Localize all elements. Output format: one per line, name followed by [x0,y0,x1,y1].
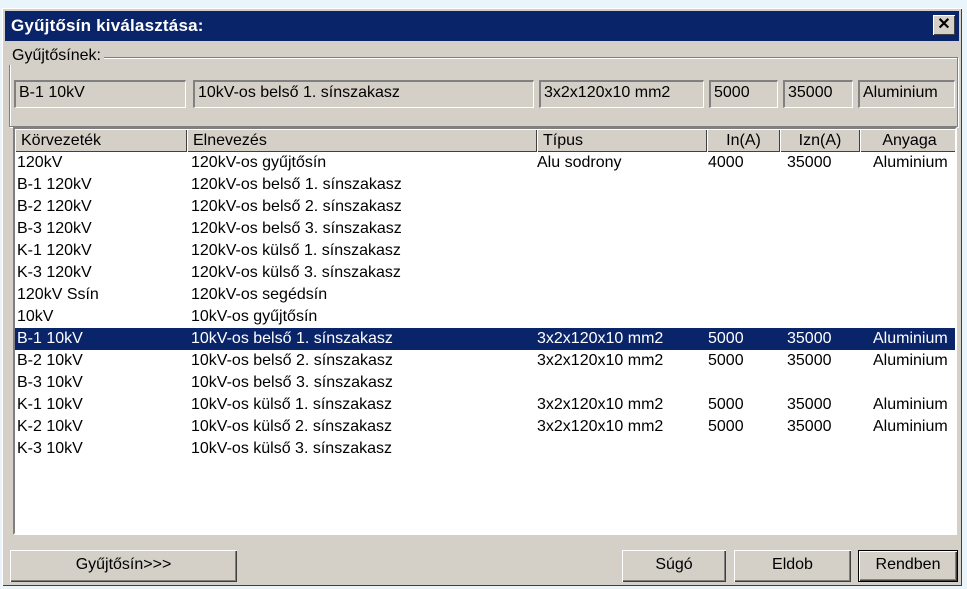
table-row[interactable]: B-2 10kV 10kV-os belső 2. sínszakasz 3x2x1… [15,350,955,372]
dialog-title: Gyűjtősín kiválasztása: [11,16,204,35]
table-row[interactable]: 120kV 120kV-os gyűjtősín Alu sodrony 4000 35… [15,152,955,174]
table-row[interactable]: 120kV Ssín 120kV-os segédsín [15,284,955,306]
close-icon: ✕ [937,16,951,33]
table-cell: 10kV-os belső 1. sínszakasz [191,330,393,347]
table-cell: 120kV-os belső 3. sínszakasz [191,220,402,237]
rendben-button[interactable]: Rendben [858,550,958,582]
group-label: Gyűjtősínek: [9,47,104,65]
table-cell: K-3 10kV [17,440,83,457]
column-header-anyaga[interactable]: Anyaga [860,129,955,152]
table-cell: 3x2x120x10 mm2 [537,330,664,347]
table-cell: 10kV [17,308,54,325]
eldob-button[interactable]: Eldob [734,550,851,582]
table-cell: 5000 [708,418,744,435]
table-row[interactable]: B-1 10kV 10kV-os belső 1. sínszakasz 3x2x1… [15,328,955,350]
title-bar[interactable]: Gyűjtősín kiválasztása: ✕ [5,11,959,41]
table-cell: Aluminium [873,396,948,413]
table-cell: 4000 [708,154,744,171]
table-cell: 5000 [708,352,744,369]
gyujtosin-list[interactable]: Körvezeték Elnevezés Típus In(A) Izn(A) … [13,127,957,535]
in-field: 5000 [709,80,778,108]
table-cell: K-3 120kV [17,264,92,281]
table-cell: 120kV Ssín [17,286,99,303]
table-cell: 10kV-os külső 1. sínszakasz [191,396,392,413]
list-rows: 120kV 120kV-os gyűjtősín Alu sodrony 4000 35… [15,152,955,460]
table-cell: 3x2x120x10 mm2 [537,352,664,369]
column-header-elnevezes[interactable]: Elnevezés [187,129,537,152]
table-cell: 10kV-os gyűjtősín [191,308,318,325]
table-cell: B-2 120kV [17,198,92,215]
table-cell: 10kV-os külső 3. sínszakasz [191,440,392,457]
table-cell: B-3 10kV [17,374,83,391]
table-row[interactable]: 10kV 10kV-os gyűjtősín [15,306,955,328]
table-cell: 10kV-os belső 3. sínszakasz [191,374,393,391]
column-header-izn[interactable]: Izn(A) [780,129,860,152]
table-row[interactable]: K-1 10kV 10kV-os külső 1. sínszakasz 3x2x1… [15,394,955,416]
table-cell: 3x2x120x10 mm2 [537,396,664,413]
column-header-korvezetek[interactable]: Körvezeték [15,129,187,152]
table-cell: 35000 [787,418,832,435]
table-cell: 35000 [787,396,832,413]
table-cell: K-2 10kV [17,418,83,435]
tipus-field: 3x2x120x10 mm2 [539,80,704,108]
table-cell: 120kV-os belső 1. sínszakasz [191,176,402,193]
table-cell: 35000 [787,330,832,347]
table-cell: 120kV-os gyűjtősín [191,154,327,171]
table-cell: B-1 10kV [17,330,83,347]
elnevezes-field: 10kV-os belső 1. sínszakasz [193,80,534,108]
table-cell: B-1 120kV [17,176,92,193]
table-row[interactable]: K-2 10kV 10kV-os külső 2. sínszakasz 3x2x1… [15,416,955,438]
table-row[interactable]: B-2 120kV 120kV-os belső 2. sínszakasz [15,196,955,218]
table-cell: 5000 [708,396,744,413]
table-row[interactable]: K-3 120kV 120kV-os külső 3. sínszakasz [15,262,955,284]
table-cell: 120kV-os belső 2. sínszakasz [191,198,402,215]
table-cell: 35000 [787,352,832,369]
column-header-tipus[interactable]: Típus [537,129,707,152]
table-row[interactable]: B-1 120kV 120kV-os belső 1. sínszakasz [15,174,955,196]
table-row[interactable]: K-3 10kV 10kV-os külső 3. sínszakasz [15,438,955,460]
table-row[interactable]: B-3 120kV 120kV-os belső 3. sínszakasz [15,218,955,240]
table-cell: 120kV-os külső 1. sínszakasz [191,242,401,259]
korvezetek-field: B-1 10kV [14,80,186,108]
izn-field: 35000 [783,80,853,108]
table-cell: 120kV-os külső 3. sínszakasz [191,264,401,281]
table-row[interactable]: K-1 120kV 120kV-os külső 1. sínszakasz [15,240,955,262]
table-cell: 120kV-os segédsín [191,286,328,303]
table-cell: Aluminium [873,330,948,347]
anyaga-field: Aluminium [858,80,955,108]
table-cell: 10kV-os külső 2. sínszakasz [191,418,392,435]
table-cell: 5000 [708,330,744,347]
table-cell: K-1 10kV [17,396,83,413]
table-cell: B-3 120kV [17,220,92,237]
table-cell: K-1 120kV [17,242,92,259]
table-cell: 10kV-os belső 2. sínszakasz [191,352,393,369]
table-cell: 35000 [787,154,832,171]
sugo-button[interactable]: Súgó [622,550,726,582]
close-button[interactable]: ✕ [933,15,955,35]
table-cell: Aluminium [873,154,948,171]
column-header-in[interactable]: In(A) [707,129,780,152]
table-cell: 3x2x120x10 mm2 [537,418,664,435]
list-header: Körvezeték Elnevezés Típus In(A) Izn(A) … [15,129,955,152]
table-row[interactable]: B-3 10kV 10kV-os belső 3. sínszakasz [15,372,955,394]
table-cell: 120kV [17,154,63,171]
gyujtosin-button[interactable]: Gyűjtősín>>> [10,550,237,582]
table-cell: Aluminium [873,352,948,369]
table-cell: B-2 10kV [17,352,83,369]
table-cell: Aluminium [873,418,948,435]
table-cell: Alu sodrony [537,154,622,171]
